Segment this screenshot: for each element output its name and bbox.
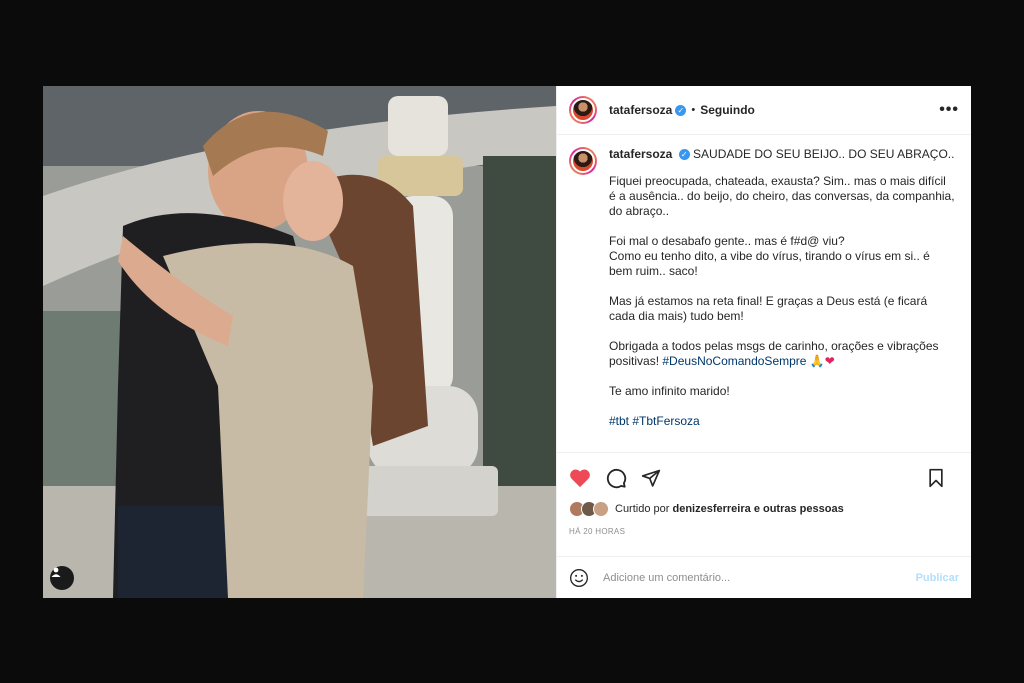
comment-input[interactable]: [601, 570, 916, 585]
caption-text: tatafersoza ✓ SAUDADE DO SEU BEIJO.. DO …: [609, 147, 955, 444]
caption-first-line: tatafersoza ✓ SAUDADE DO SEU BEIJO.. DO …: [609, 147, 955, 162]
heart-emoji: ❤: [824, 354, 835, 368]
separator-dot: •: [691, 104, 696, 116]
bookmark-icon[interactable]: [927, 468, 945, 488]
caption-paragraph: Fiquei preocupada, chateada, exausta? Si…: [609, 174, 955, 218]
post-sidebar: tatafersoza ✓ • Seguindo ••• tatafersoza…: [556, 86, 971, 598]
verified-icon: ✓: [675, 104, 687, 116]
caption: tatafersoza ✓ SAUDADE DO SEU BEIJO.. DO …: [569, 147, 955, 444]
likes-prefix: Curtido por: [615, 503, 670, 515]
caption-paragraph: Foi mal o desabafo gente.. mas é f#d@ vi…: [609, 234, 930, 278]
instagram-post: tatafersoza ✓ • Seguindo ••• tatafersoza…: [43, 86, 971, 598]
comment-bar: Publicar: [557, 556, 971, 598]
verified-icon: ✓: [678, 149, 690, 161]
caption-paragraph: Obrigada a todos pelas msgs de carinho, …: [609, 339, 955, 369]
caption-headline: SAUDADE DO SEU BEIJO.. DO SEU ABRAÇO..: [693, 147, 955, 161]
liker-avatars: [569, 501, 609, 517]
post-timestamp[interactable]: HÁ 20 HORAS: [569, 527, 959, 536]
tagged-users-button[interactable]: [50, 566, 74, 590]
pray-emoji: 🙏: [809, 354, 825, 368]
more-options-icon[interactable]: •••: [939, 101, 959, 119]
likes-others-link[interactable]: e outras pessoas: [754, 503, 844, 515]
post-header: tatafersoza ✓ • Seguindo •••: [557, 86, 971, 135]
likes-summary: Curtido por denizesferreira e outras pes…: [569, 501, 959, 517]
share-icon[interactable]: [641, 468, 661, 488]
avatar-image: [571, 98, 595, 122]
avatar-image: [571, 149, 595, 173]
avatar: [593, 501, 609, 517]
comment-icon[interactable]: [605, 467, 627, 489]
action-icons: [569, 463, 959, 493]
user-icon: [51, 567, 61, 577]
avatar[interactable]: [569, 147, 597, 175]
like-heart-icon[interactable]: [569, 468, 591, 488]
username-link[interactable]: tatafersoza: [609, 103, 672, 117]
emoji-icon[interactable]: [569, 568, 589, 588]
avatar[interactable]: [569, 96, 597, 124]
likes-user-link[interactable]: denizesferreira: [672, 503, 750, 515]
caption-paragraph: Te amo infinito marido!: [609, 384, 730, 398]
hashtag-link[interactable]: #DeusNoComandoSempre: [662, 354, 806, 368]
hashtags-link[interactable]: #tbt #TbtFersoza: [609, 414, 955, 429]
post-photo[interactable]: [43, 86, 556, 598]
publish-button[interactable]: Publicar: [916, 572, 959, 584]
caption-paragraph: Mas já estamos na reta final! E graças a…: [609, 294, 928, 323]
post-actions: Curtido por denizesferreira e outras pes…: [557, 452, 971, 556]
caption-username[interactable]: tatafersoza: [609, 147, 672, 161]
caption-area: tatafersoza ✓ SAUDADE DO SEU BEIJO.. DO …: [557, 135, 971, 452]
couple-photo-illustration: [43, 86, 556, 598]
likes-text: Curtido por denizesferreira e outras pes…: [615, 503, 844, 515]
following-button[interactable]: Seguindo: [700, 103, 755, 117]
